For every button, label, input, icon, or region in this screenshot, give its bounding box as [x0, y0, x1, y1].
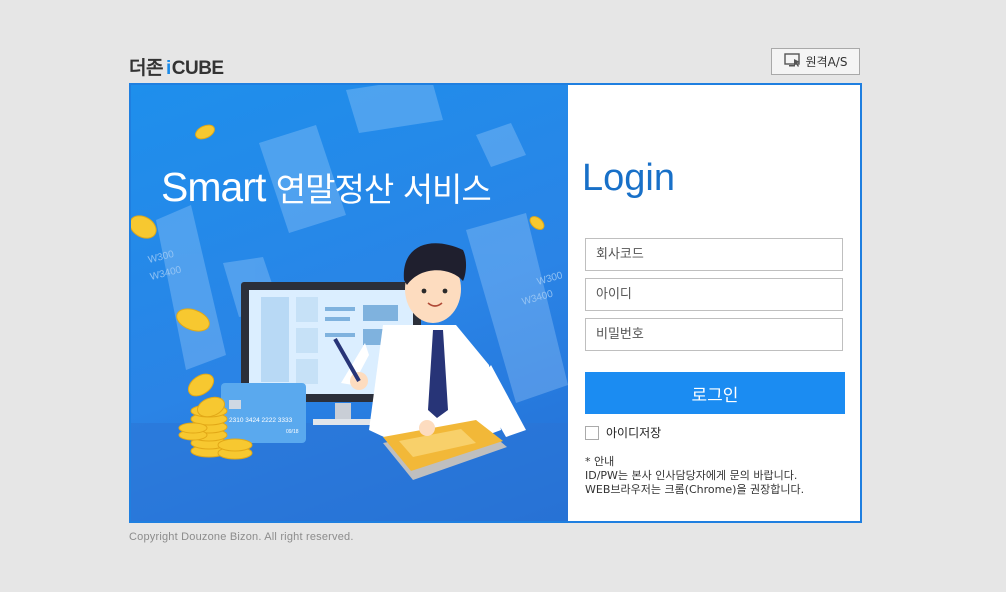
notice-line-2: WEB브라우저는 크롬(Chrome)을 권장합니다. [585, 483, 805, 496]
copyright-text: Copyright Douzone Bizon. All right reser… [129, 531, 354, 543]
save-id-label[interactable]: 아이디저장 [606, 424, 661, 441]
brand-logo: 더존 i CUBE [129, 53, 224, 80]
login-panel: Login 로그인 아이디저장 * 안내 ID/PW는 본사 인사담당자에게 문… [568, 85, 860, 521]
user-id-input[interactable] [585, 278, 843, 311]
password-input[interactable] [585, 318, 843, 351]
login-button[interactable]: 로그인 [585, 372, 845, 414]
login-notice: * 안내 ID/PW는 본사 인사담당자에게 문의 바랍니다. WEB브라우저는… [585, 455, 804, 497]
hero-title-en: Smart [161, 164, 266, 210]
brand-suffix: CUBE [171, 58, 224, 79]
brand-prefix: 더존 [129, 58, 163, 79]
remote-monitor-icon [783, 52, 802, 71]
brand-i: i [165, 58, 171, 79]
remote-support-button[interactable]: 원격A/S [771, 48, 860, 75]
notice-title: * 안내 [585, 455, 615, 468]
hero-artwork: W300 W3400 W300 W3400 2310 3424 2222 333… [131, 85, 568, 521]
login-frame: W300 W3400 W300 W3400 2310 3424 2222 333… [129, 83, 862, 523]
company-code-input[interactable] [585, 238, 843, 271]
card-meta: 09/18 [286, 429, 299, 435]
hero-illustration: W300 W3400 W300 W3400 2310 3424 2222 333… [131, 85, 568, 521]
save-id-row: 아이디저장 [585, 424, 661, 441]
remote-support-label: 원격A/S [805, 55, 848, 69]
save-id-checkbox[interactable] [585, 425, 599, 440]
hero-title-ko: 연말정산 서비스 [275, 170, 492, 209]
notice-line-1: ID/PW는 본사 인사담당자에게 문의 바랍니다. [585, 469, 798, 482]
hero-title: Smart 연말정산 서비스 [161, 163, 492, 211]
login-title: Login [582, 157, 675, 199]
card-number: 2310 3424 2222 3333 [229, 417, 293, 424]
